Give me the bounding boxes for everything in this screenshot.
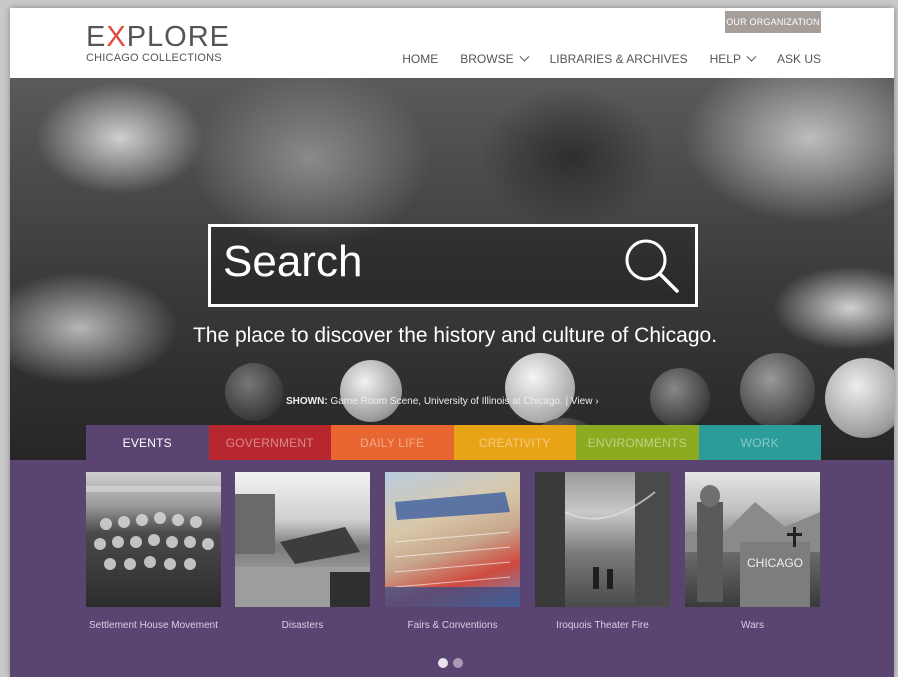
pool-ball-image [740,353,815,428]
card-iroquois-fire[interactable]: Iroquois Theater Fire [535,472,670,633]
tab-environments[interactable]: ENVIRONMENTS [576,425,699,460]
card-label[interactable]: Iroquois Theater Fire [535,618,670,633]
card-fairs-conventions[interactable]: Fairs & Conventions [385,472,520,633]
iroquois-fire-photo[interactable] [535,472,670,607]
pool-ball-image [825,358,894,438]
settlement-house-photo[interactable] [86,472,221,607]
search-box[interactable]: Search [208,224,698,307]
site-header: EXPLORE CHICAGO COLLECTIONS OUR ORGANIZA… [10,8,894,78]
wars-photo-text: CHICAGO [747,556,803,570]
nav-ask-us[interactable]: ASK US [777,52,821,66]
card-label[interactable]: Settlement House Movement [86,618,221,633]
card-settlement-house[interactable]: Settlement House Movement [86,472,221,633]
pool-ball-image [340,360,402,422]
chevron-down-icon [519,51,530,62]
carousel-dot[interactable] [453,658,463,668]
pool-ball-image [225,363,283,421]
nav-libraries-archives[interactable]: LIBRARIES & ARCHIVES [550,52,688,66]
search-icon[interactable] [621,235,683,297]
image-credit[interactable]: SHOWN: Game Room Scene, University of Il… [286,396,599,407]
tab-government[interactable]: GOVERNMENT [208,425,331,460]
card-wars[interactable]: CHICAGO Wars [685,472,820,633]
carousel-dots [438,658,463,668]
search-input[interactable]: Search [223,237,362,287]
logo-wordmark: EXPLORE [86,21,231,53]
category-panel: Settlement House Movement Disasters Fair… [10,460,894,677]
pool-ball-image [505,353,575,423]
main-nav: HOME BROWSE LIBRARIES & ARCHIVES HELP AS… [402,51,821,66]
carousel-dot[interactable] [438,658,448,668]
tab-work[interactable]: WORK [698,425,821,460]
pool-ball-image [650,368,710,428]
chevron-down-icon [746,51,757,62]
category-tabs: EVENTS GOVERNMENT DAILY LIFE CREATIVITY … [86,425,821,460]
card-label[interactable]: Wars [685,618,820,633]
card-label[interactable]: Disasters [235,618,370,633]
our-organization-button[interactable]: OUR ORGANIZATION [725,11,821,33]
logo-subtitle: CHICAGO COLLECTIONS [86,52,222,64]
fairs-conventions-illustration[interactable] [385,472,520,607]
hero-tagline: The place to discover the history and cu… [192,324,718,347]
page: EXPLORE CHICAGO COLLECTIONS OUR ORGANIZA… [10,8,894,677]
wars-photo[interactable]: CHICAGO [685,472,820,607]
card-disasters[interactable]: Disasters [235,472,370,633]
nav-browse[interactable]: BROWSE [460,51,530,66]
site-logo[interactable]: EXPLORE CHICAGO COLLECTIONS [86,22,230,64]
tab-creativity[interactable]: CREATIVITY [453,425,576,460]
nav-home[interactable]: HOME [402,52,438,66]
hero-banner: Search The place to discover the history… [10,78,894,460]
tab-daily-life[interactable]: DAILY LIFE [331,425,454,460]
window-frame: EXPLORE CHICAGO COLLECTIONS OUR ORGANIZA… [0,0,898,677]
tab-events[interactable]: EVENTS [86,425,209,460]
nav-help[interactable]: HELP [710,51,757,66]
card-label[interactable]: Fairs & Conventions [385,618,520,633]
disasters-photo[interactable] [235,472,370,607]
